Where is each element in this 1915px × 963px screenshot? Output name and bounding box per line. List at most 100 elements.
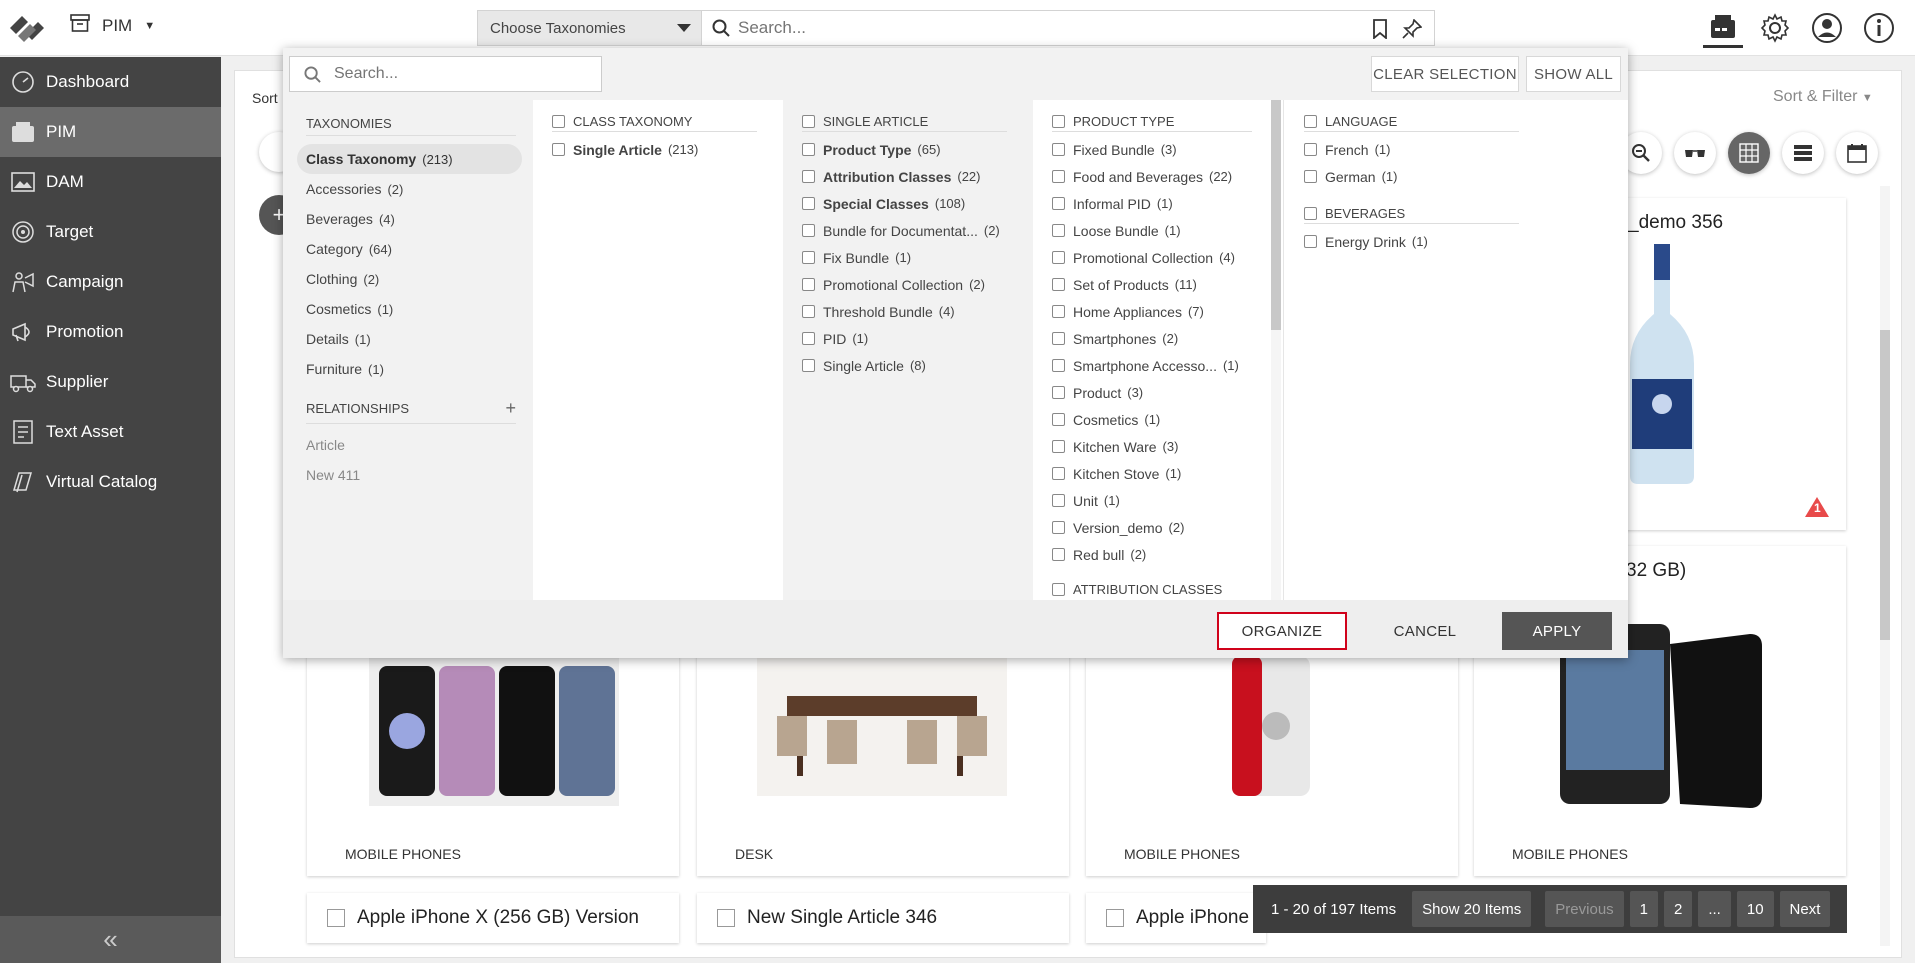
plus-icon[interactable]: + xyxy=(505,398,516,419)
row-checkbox[interactable] xyxy=(327,909,345,927)
column-scrollbar-thumb[interactable] xyxy=(1271,100,1281,330)
option-checkbox[interactable] xyxy=(802,224,815,237)
filter-option[interactable]: Attribution Classes (22) xyxy=(802,163,1033,190)
option-checkbox[interactable] xyxy=(1052,197,1065,210)
previous-page-button[interactable]: Previous xyxy=(1545,891,1624,927)
filter-option[interactable]: Promotional Collection (2) xyxy=(802,271,1033,298)
filter-option[interactable]: Fix Bundle (1) xyxy=(802,244,1033,271)
row-checkbox[interactable] xyxy=(717,909,735,927)
filter-option[interactable]: German (1) xyxy=(1304,163,1628,190)
panel-search-input[interactable] xyxy=(334,65,584,83)
list-item[interactable]: Apple iPhone 7 xyxy=(1086,893,1266,943)
taxonomy-item[interactable]: Clothing (2) xyxy=(297,264,522,294)
page-button-1[interactable]: 1 xyxy=(1629,891,1658,927)
row-checkbox[interactable] xyxy=(1106,909,1124,927)
sidebar-collapse-button[interactable]: « xyxy=(0,916,221,963)
option-checkbox[interactable] xyxy=(1052,548,1065,561)
option-checkbox[interactable] xyxy=(1052,494,1065,507)
filter-option[interactable]: Version_demo (2) xyxy=(1052,514,1271,541)
pin-icon[interactable] xyxy=(1402,18,1423,44)
filter-option[interactable]: Single Article (8) xyxy=(802,352,1033,379)
sidebar-item-dam[interactable]: DAM xyxy=(0,157,221,207)
filter-option[interactable]: Energy Drink (1) xyxy=(1304,228,1628,255)
cancel-button[interactable]: CANCEL xyxy=(1365,612,1485,650)
filter-option[interactable]: Smartphones (2) xyxy=(1052,325,1271,352)
clear-selection-button[interactable]: CLEAR SELECTION xyxy=(1371,56,1519,92)
sidebar-item-supplier[interactable]: Supplier xyxy=(0,357,221,407)
global-search-input[interactable] xyxy=(738,18,1338,38)
option-checkbox[interactable] xyxy=(1052,224,1065,237)
relationship-item[interactable]: New 411 xyxy=(306,460,533,490)
option-checkbox[interactable] xyxy=(1052,440,1065,453)
show-all-button[interactable]: SHOW ALL xyxy=(1526,56,1621,92)
sidebar-item-target[interactable]: Target xyxy=(0,207,221,257)
filter-option[interactable]: Food and Beverages (22) xyxy=(1052,163,1271,190)
page-button-10[interactable]: 10 xyxy=(1736,891,1774,927)
organize-button[interactable]: ORGANIZE xyxy=(1217,612,1347,650)
filter-option[interactable]: PID (1) xyxy=(802,325,1033,352)
taxonomy-item[interactable]: Furniture (1) xyxy=(297,354,522,384)
option-checkbox[interactable] xyxy=(1052,467,1065,480)
taxonomy-item[interactable]: Beverages (4) xyxy=(297,204,522,234)
option-checkbox[interactable] xyxy=(1052,305,1065,318)
info-icon[interactable] xyxy=(1859,8,1899,48)
gear-icon[interactable] xyxy=(1755,8,1795,48)
header-checkbox[interactable] xyxy=(552,115,565,128)
sidebar-item-virtual-catalog[interactable]: Virtual Catalog xyxy=(0,457,221,507)
sidebar-item-text-asset[interactable]: Text Asset xyxy=(0,407,221,457)
sort-filter-toggle[interactable]: Sort & Filter ▼ xyxy=(1773,88,1873,106)
filter-option[interactable]: Loose Bundle (1) xyxy=(1052,217,1271,244)
option-checkbox[interactable] xyxy=(1052,170,1065,183)
filter-option[interactable]: Bundle for Documentat... (2) xyxy=(802,217,1033,244)
list-view-icon[interactable] xyxy=(1782,132,1824,174)
page-size-button[interactable]: Show 20 Items xyxy=(1412,891,1532,927)
option-checkbox[interactable] xyxy=(1052,278,1065,291)
taxonomy-item[interactable]: Accessories (2) xyxy=(297,174,522,204)
sidebar-item-campaign[interactable]: Campaign xyxy=(0,257,221,307)
next-page-button[interactable]: Next xyxy=(1779,891,1831,927)
filter-option[interactable]: Single Article (213) xyxy=(552,136,783,163)
option-checkbox[interactable] xyxy=(1304,235,1317,248)
filter-option[interactable]: Cosmetics (1) xyxy=(1052,406,1271,433)
option-checkbox[interactable] xyxy=(802,143,815,156)
column-scrollbar[interactable] xyxy=(1271,100,1281,600)
option-checkbox[interactable] xyxy=(552,143,565,156)
option-checkbox[interactable] xyxy=(1304,143,1317,156)
option-checkbox[interactable] xyxy=(802,305,815,318)
option-checkbox[interactable] xyxy=(1052,521,1065,534)
option-checkbox[interactable] xyxy=(802,359,815,372)
app-logo[interactable] xyxy=(4,6,50,50)
option-checkbox[interactable] xyxy=(1304,170,1317,183)
option-checkbox[interactable] xyxy=(1052,386,1065,399)
option-checkbox[interactable] xyxy=(1052,359,1065,372)
scrollbar-thumb[interactable] xyxy=(1880,330,1890,640)
taxonomy-item[interactable]: Details (1) xyxy=(297,324,522,354)
taxonomy-item[interactable]: Class Taxonomy (213) xyxy=(297,144,522,174)
sidebar-item-promotion[interactable]: Promotion xyxy=(0,307,221,357)
page-button-2[interactable]: 2 xyxy=(1664,891,1693,927)
filter-option[interactable]: Product Type (65) xyxy=(802,136,1033,163)
option-checkbox[interactable] xyxy=(1052,332,1065,345)
header-checkbox[interactable] xyxy=(1052,583,1065,596)
filter-option[interactable]: Promotional Collection (4) xyxy=(1052,244,1271,271)
filter-option[interactable]: Set of Products (11) xyxy=(1052,271,1271,298)
sidebar-item-pim[interactable]: PIM xyxy=(0,107,221,157)
option-checkbox[interactable] xyxy=(1052,413,1065,426)
taxonomy-select[interactable]: Choose Taxonomies xyxy=(477,10,702,46)
option-checkbox[interactable] xyxy=(802,278,815,291)
glasses-icon[interactable] xyxy=(1674,132,1716,174)
filter-option[interactable]: Home Appliances (7) xyxy=(1052,298,1271,325)
filter-option[interactable]: Special Classes (108) xyxy=(802,190,1033,217)
taxonomy-item[interactable]: Category (64) xyxy=(297,234,522,264)
filter-option[interactable]: Threshold Bundle (4) xyxy=(802,298,1033,325)
filter-option[interactable]: Kitchen Stove (1) xyxy=(1052,460,1271,487)
filter-option[interactable]: French (1) xyxy=(1304,136,1628,163)
filter-option[interactable]: Unit (1) xyxy=(1052,487,1271,514)
bookmark-icon[interactable] xyxy=(1372,19,1388,44)
taxonomy-item[interactable]: Cosmetics (1) xyxy=(297,294,522,324)
header-checkbox[interactable] xyxy=(1052,115,1065,128)
filter-option[interactable]: Kitchen Ware (3) xyxy=(1052,433,1271,460)
header-checkbox[interactable] xyxy=(1304,207,1317,220)
relationship-item[interactable]: Article xyxy=(306,430,533,460)
list-item[interactable]: Apple iPhone X (256 GB) Version xyxy=(307,893,679,943)
